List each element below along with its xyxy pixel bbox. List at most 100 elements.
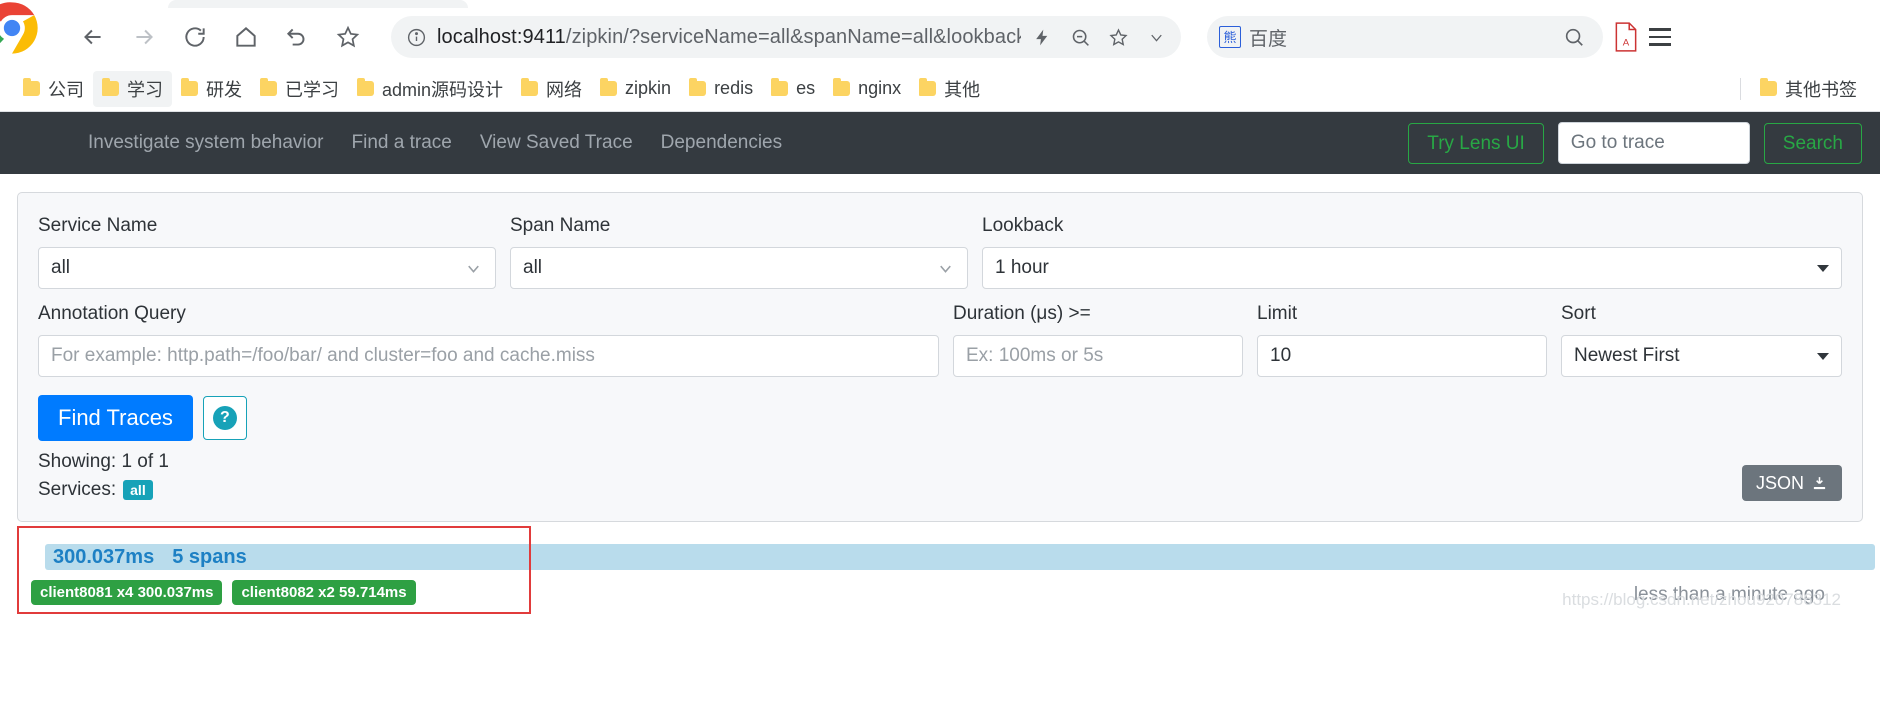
arrow-left-icon	[84, 29, 101, 45]
info-circle-icon[interactable]	[405, 26, 427, 48]
bookmark-item[interactable]: redis	[680, 73, 762, 104]
bookmark-label: nginx	[858, 78, 902, 98]
browser-toolbar: localhost:9411/zipkin/?serviceName=all&s…	[0, 2, 1880, 66]
folder-icon	[1760, 78, 1777, 96]
service-badge[interactable]: client8082 x2 59.714ms	[232, 580, 416, 605]
trace-duration: 300.037ms	[53, 545, 155, 568]
service-name-select[interactable]: all	[38, 247, 496, 289]
bookmark-item[interactable]: 已学习	[251, 71, 348, 107]
help-button[interactable]: ?	[202, 396, 247, 440]
service-name-label: Service Name	[38, 215, 158, 236]
url-host: localhost:9411	[437, 25, 566, 48]
lookback-value: 1 hour	[995, 257, 1049, 278]
bookmark-item[interactable]: admin源码设计	[348, 71, 512, 107]
json-label: JSON	[1755, 473, 1804, 493]
form-actions-left: Find Traces ? Showing: 1 of 1 Services: …	[38, 395, 247, 501]
goto-trace-input[interactable]: Go to trace	[1557, 122, 1750, 164]
toolbar-right-icons: A	[1613, 20, 1677, 54]
trace-span-count: 5 spans	[172, 545, 247, 568]
other-bookmarks-button[interactable]: 其他书签	[1751, 71, 1866, 107]
form-row-2: Annotation Query For example: http.path=…	[38, 303, 1842, 377]
span-name-field: Span Name all	[510, 215, 968, 289]
lightning-icon[interactable]	[1025, 20, 1059, 54]
duration-field: Duration (μs) >= Ex: 100ms or 5s	[953, 303, 1243, 377]
bookmark-item[interactable]: zipkin	[591, 73, 680, 104]
service-badge[interactable]: client8081 x4 300.037ms	[31, 580, 223, 605]
lookback-select[interactable]: 1 hour	[982, 247, 1842, 289]
duration-label: Duration (μs) >=	[953, 303, 1091, 324]
pdf-icon[interactable]: A	[1613, 22, 1639, 52]
span-name-select[interactable]: all	[510, 247, 968, 289]
chevron-down-icon	[464, 259, 483, 278]
chevron-down-icon[interactable]	[1139, 20, 1173, 54]
forward-button[interactable]	[123, 16, 165, 58]
bookmarks-divider	[1740, 77, 1741, 100]
browser-search-box[interactable]: 熊 百度	[1207, 16, 1603, 58]
download-icon	[1813, 476, 1826, 489]
home-button[interactable]	[225, 16, 267, 58]
search-button[interactable]: Search	[1763, 122, 1862, 164]
bookmark-item[interactable]: 公司	[14, 71, 93, 107]
tab-strip	[0, 0, 1880, 8]
folder-icon	[23, 78, 40, 96]
row-divider	[45, 612, 185, 613]
lookback-field: Lookback 1 hour	[982, 215, 1842, 289]
service-name-value: all	[51, 257, 71, 278]
span-name-label: Span Name	[510, 215, 611, 236]
bookmark-item[interactable]: nginx	[824, 73, 910, 104]
caret-down-icon	[1817, 352, 1829, 360]
search-engine-label: 百度	[1249, 28, 1288, 50]
search-icon[interactable]	[1557, 20, 1591, 54]
reload-icon	[185, 27, 205, 47]
folder-icon	[102, 78, 119, 96]
bookmark-label: admin源码设计	[382, 79, 504, 100]
find-traces-button[interactable]: Find Traces	[38, 395, 193, 441]
reload-button[interactable]	[174, 16, 216, 58]
history-button[interactable]	[276, 16, 318, 58]
bookmark-label: 网络	[546, 79, 583, 100]
form-actions-row: Find Traces ? Showing: 1 of 1 Services: …	[38, 395, 1842, 501]
history-back-icon	[286, 28, 305, 46]
caret-down-icon	[1817, 264, 1829, 272]
trace-results: 300.037ms 5 spans client8081 x4 300.037m…	[17, 526, 1875, 614]
question-mark-icon: ?	[212, 406, 237, 430]
json-download-button[interactable]: JSON	[1741, 465, 1842, 501]
nav-link-investigate[interactable]: Investigate system behavior	[88, 124, 338, 162]
nav-link-dependencies[interactable]: Dependencies	[647, 124, 796, 162]
try-lens-ui-button[interactable]: Try Lens UI	[1408, 122, 1544, 164]
watermark-text: https://blog.csdn.net/zhou920786312	[1562, 590, 1841, 609]
bookmark-item[interactable]: 其他	[910, 71, 989, 107]
annotation-query-field: Annotation Query For example: http.path=…	[38, 303, 939, 377]
duration-input[interactable]: Ex: 100ms or 5s	[953, 335, 1243, 377]
lookback-label: Lookback	[982, 215, 1064, 236]
limit-field: Limit 10	[1257, 303, 1547, 377]
bookmark-star-button[interactable]	[327, 16, 369, 58]
limit-input[interactable]: 10	[1257, 335, 1547, 377]
folder-icon	[771, 78, 789, 96]
bookmark-item[interactable]: 网络	[512, 71, 591, 107]
active-tab[interactable]	[168, 0, 468, 8]
bookmark-label: 研发	[206, 79, 242, 100]
bookmark-item[interactable]: 研发	[172, 71, 251, 107]
arrow-right-icon	[136, 29, 153, 45]
nav-link-view-saved-trace[interactable]: View Saved Trace	[466, 124, 647, 162]
annotation-query-input[interactable]: For example: http.path=/foo/bar/ and clu…	[38, 335, 939, 377]
annotation-query-label: Annotation Query	[38, 303, 186, 324]
bookmark-label: 学习	[127, 79, 163, 100]
bookmark-item[interactable]: 学习	[93, 70, 172, 107]
address-bar[interactable]: localhost:9411/zipkin/?serviceName=all&s…	[391, 16, 1181, 58]
nav-link-find-a-trace[interactable]: Find a trace	[338, 124, 466, 162]
sort-select[interactable]: Newest First	[1561, 335, 1842, 377]
back-button[interactable]	[72, 16, 114, 58]
services-badge[interactable]: all	[123, 480, 153, 500]
star-icon[interactable]	[1101, 20, 1135, 54]
bookmark-item[interactable]: es	[762, 73, 824, 104]
chrome-logo-icon	[0, 2, 38, 54]
bookmark-label: zipkin	[625, 78, 672, 98]
services-summary: Services: all	[38, 479, 247, 501]
zoom-out-icon[interactable]	[1063, 20, 1097, 54]
showing-count: Showing: 1 of 1	[38, 451, 169, 472]
navbar-links: Investigate system behavior Find a trace…	[88, 124, 796, 162]
hamburger-menu-icon[interactable]	[1643, 20, 1677, 54]
folder-icon	[919, 78, 937, 96]
